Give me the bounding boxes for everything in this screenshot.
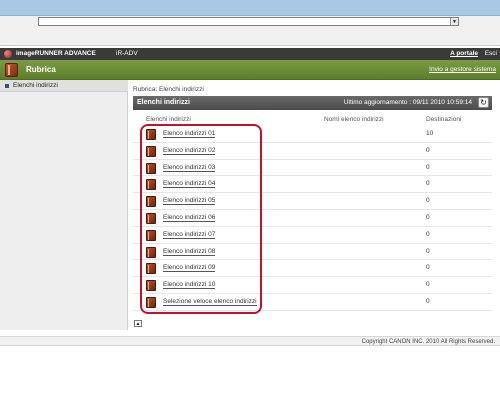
- destination-count: 10: [426, 130, 434, 137]
- brand-name: imageRUNNER ADVANCE: [16, 50, 96, 57]
- address-book-icon: [5, 63, 18, 77]
- destination-count: 0: [426, 297, 430, 305]
- panel-title: Elenchi indirizzi: [137, 99, 190, 106]
- destination-count: 0: [426, 281, 430, 289]
- destination-count: 0: [426, 197, 430, 205]
- sidebar-item-label: Elenchi indirizzi: [13, 82, 58, 89]
- destination-count: 0: [426, 163, 430, 171]
- column-header-lists: Elenchi indirizzi: [146, 116, 191, 123]
- system-manager-link[interactable]: Invio a gestore sistema: [429, 66, 496, 73]
- footer: Copyright CANON INC. 2010 All Rights Res…: [0, 336, 500, 346]
- title-bar: Rubrica Invio a gestore sistema: [0, 60, 500, 80]
- app-header: imageRUNNER ADVANCE iR-ADV A portale Esc…: [0, 48, 500, 60]
- panel-header: Elenchi indirizzi Ultimo aggiornamento :…: [133, 96, 492, 110]
- destination-count: 0: [426, 213, 430, 221]
- destination-count: 0: [426, 146, 430, 154]
- page-title: Rubrica: [26, 65, 56, 74]
- highlight-box: [140, 124, 262, 314]
- exit-link[interactable]: Esci: [485, 50, 497, 57]
- sidebar: Elenchi indirizzi: [0, 80, 128, 330]
- dropdown-arrow-icon[interactable]: ▼: [450, 18, 458, 25]
- device-name: iR-ADV: [116, 50, 138, 57]
- sidebar-item-address-lists[interactable]: Elenchi indirizzi: [0, 80, 128, 92]
- destination-count: 0: [426, 180, 430, 188]
- column-header-names: Nomi elenco indirizzi: [324, 116, 384, 123]
- destination-count: 0: [426, 247, 430, 255]
- canon-logo-icon: [4, 50, 12, 58]
- copyright-text: Copyright CANON INC. 2010 All Rights Res…: [361, 339, 495, 345]
- last-update-text: Ultimo aggiornamento : 09/11 2010 10:59:…: [343, 99, 472, 106]
- refresh-icon[interactable]: ↻: [478, 97, 489, 108]
- destination-count: 0: [426, 264, 430, 272]
- address-combo[interactable]: ▼: [38, 17, 459, 26]
- browser-top-bar: [0, 0, 500, 16]
- breadcrumb: Rubrica: Elenchi indirizzi: [133, 86, 204, 93]
- portal-link[interactable]: A portale: [450, 50, 478, 57]
- destination-count: 0: [426, 230, 430, 238]
- square-bullet-icon: [5, 84, 9, 88]
- column-header-destinations: Destinazioni: [426, 116, 462, 123]
- scroll-top-icon[interactable]: ▲: [134, 320, 142, 327]
